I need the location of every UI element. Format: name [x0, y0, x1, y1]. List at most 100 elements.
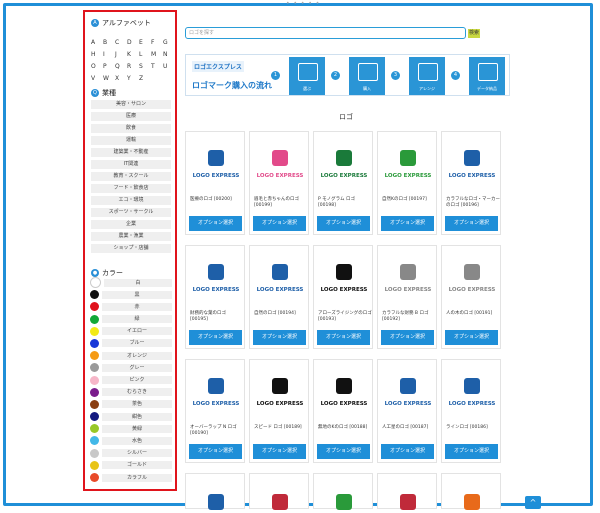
color-item[interactable]: グレー — [90, 363, 172, 373]
alphabet-letter-p[interactable]: P — [103, 63, 115, 70]
industry-item[interactable]: フード・飲食店 — [91, 184, 171, 193]
logo-card[interactable]: LOGO EXPRESS P モノグラム ロゴ [00198] オプション選択 — [313, 131, 373, 235]
logo-caption[interactable]: 人工星のロゴ [00187] — [382, 425, 436, 431]
logo-caption[interactable]: 無地のKのロゴ [00188] — [318, 425, 372, 431]
option-select-button[interactable]: オプション選択 — [189, 444, 242, 459]
alphabet-letter-h[interactable]: H — [91, 51, 103, 58]
alphabet-letter-u[interactable]: U — [163, 63, 175, 70]
logo-caption[interactable]: ラインロゴ [00186] — [446, 425, 500, 431]
option-select-button[interactable]: オプション選択 — [445, 330, 498, 345]
color-item[interactable]: ゴールド — [90, 460, 172, 470]
industry-item[interactable]: IT関連 — [91, 160, 171, 169]
color-item[interactable]: むらさき — [90, 387, 172, 397]
logo-card[interactable] — [313, 473, 373, 510]
logo-card[interactable]: LOGO EXPRESS 人工星のロゴ [00187] オプション選択 — [377, 359, 437, 463]
logo-card[interactable]: LOGO EXPRESS 財務的な葉のロゴ [00195] オプション選択 — [185, 245, 245, 349]
color-item[interactable]: イエロー — [90, 326, 172, 336]
industry-item[interactable]: エコ・環境 — [91, 196, 171, 205]
logo-caption[interactable]: 自然のロゴ [00194] — [254, 311, 308, 317]
alphabet-letter-x[interactable]: X — [115, 75, 127, 82]
search-input[interactable]: ロゴを探す — [185, 27, 466, 39]
purchase-flow-banner[interactable]: ロゴエクスプレス ロゴマーク購入の流れ 1 選ぶ 2 購入 3 アレンジ 4 データ納品 — [185, 54, 510, 96]
industry-item[interactable]: 教育・スクール — [91, 172, 171, 181]
color-item[interactable]: 黄緑 — [90, 424, 172, 434]
logo-card[interactable]: LOGO EXPRESS カラフルな財務 B ロゴ [00192] オプション選択 — [377, 245, 437, 349]
logo-card[interactable] — [441, 473, 501, 510]
option-select-button[interactable]: オプション選択 — [381, 444, 434, 459]
logo-card[interactable] — [377, 473, 437, 510]
logo-caption[interactable]: 眉毛と赤ちゃんのロゴ [00199] — [254, 197, 308, 209]
logo-card[interactable]: LOGO EXPRESS アローズライジングのロゴ [00193] オプション選択 — [313, 245, 373, 349]
industry-item[interactable]: 農業・漁業 — [91, 232, 171, 241]
logo-caption[interactable]: 医療のロゴ [00200] — [190, 197, 244, 203]
alphabet-letter-b[interactable]: B — [103, 39, 115, 46]
alphabet-letter-r[interactable]: R — [127, 63, 139, 70]
logo-card[interactable]: LOGO EXPRESS 無地のKのロゴ [00188] オプション選択 — [313, 359, 373, 463]
logo-card[interactable]: LOGO EXPRESS 人の木のロゴ [00191] オプション選択 — [441, 245, 501, 349]
color-item[interactable]: オレンジ — [90, 351, 172, 361]
color-item[interactable]: 緑 — [90, 314, 172, 324]
alphabet-letter-z[interactable]: Z — [139, 75, 151, 82]
alphabet-letter-g[interactable]: G — [163, 39, 175, 46]
alphabet-letter-a[interactable]: A — [91, 39, 103, 46]
color-item[interactable]: ブルー — [90, 338, 172, 348]
alphabet-letter-c[interactable]: C — [115, 39, 127, 46]
option-select-button[interactable]: オプション選択 — [253, 330, 306, 345]
color-item[interactable]: ピンク — [90, 375, 172, 385]
logo-caption[interactable]: 財務的な葉のロゴ [00195] — [190, 311, 244, 323]
alphabet-letter-o[interactable]: O — [91, 63, 103, 70]
option-select-button[interactable]: オプション選択 — [317, 444, 370, 459]
logo-card[interactable]: LOGO EXPRESS 自然Kのロゴ [00197] オプション選択 — [377, 131, 437, 235]
alphabet-letter-w[interactable]: W — [103, 75, 115, 82]
option-select-button[interactable]: オプション選択 — [189, 330, 242, 345]
logo-caption[interactable]: 人の木のロゴ [00191] — [446, 311, 500, 317]
logo-card[interactable]: LOGO EXPRESS 自然のロゴ [00194] オプション選択 — [249, 245, 309, 349]
industry-item[interactable]: スポーツ・サークル — [91, 208, 171, 217]
alphabet-letter-l[interactable]: L — [139, 51, 151, 58]
alphabet-letter-q[interactable]: Q — [115, 63, 127, 70]
industry-item[interactable]: 飲食 — [91, 124, 171, 133]
option-select-button[interactable]: オプション選択 — [381, 330, 434, 345]
option-select-button[interactable]: オプション選択 — [317, 330, 370, 345]
alphabet-letter-v[interactable]: V — [91, 75, 103, 82]
option-select-button[interactable]: オプション選択 — [445, 444, 498, 459]
logo-caption[interactable]: カラフルなロゴ・マーカーのロゴ [00196] — [446, 197, 500, 209]
color-item[interactable]: 白 — [90, 277, 172, 288]
industry-item[interactable]: ショップ・店舗 — [91, 244, 171, 253]
alphabet-letter-m[interactable]: M — [151, 51, 163, 58]
alphabet-letter-d[interactable]: D — [127, 39, 139, 46]
logo-caption[interactable]: アローズライジングのロゴ [00193] — [318, 311, 372, 323]
industry-item[interactable]: 建築業・不動産 — [91, 148, 171, 157]
alphabet-letter-f[interactable]: F — [151, 39, 163, 46]
option-select-button[interactable]: オプション選択 — [317, 216, 370, 231]
logo-card[interactable] — [249, 473, 309, 510]
color-item[interactable]: 赤 — [90, 302, 172, 312]
logo-caption[interactable]: P モノグラム ロゴ [00198] — [318, 197, 372, 209]
industry-item[interactable]: 医療 — [91, 112, 171, 121]
alphabet-letter-j[interactable]: J — [115, 51, 127, 58]
industry-item[interactable]: 美容・サロン — [91, 100, 171, 109]
alphabet-letter-k[interactable]: K — [127, 51, 139, 58]
logo-caption[interactable]: 自然Kのロゴ [00197] — [382, 197, 436, 203]
alphabet-letter-n[interactable]: N — [163, 51, 175, 58]
alphabet-letter-y[interactable]: Y — [127, 75, 139, 82]
color-item[interactable]: シルバー — [90, 448, 172, 458]
industry-item[interactable]: 企業 — [91, 220, 171, 229]
logo-card[interactable]: LOGO EXPRESS スピード ロゴ [00189] オプション選択 — [249, 359, 309, 463]
search-button[interactable]: 検索 — [468, 29, 480, 38]
logo-card[interactable]: LOGO EXPRESS 医療のロゴ [00200] オプション選択 — [185, 131, 245, 235]
alphabet-letter-t[interactable]: T — [151, 63, 163, 70]
logo-card[interactable]: LOGO EXPRESS ラインロゴ [00186] オプション選択 — [441, 359, 501, 463]
logo-caption[interactable]: オーバーラップ N ロゴ [00190] — [190, 425, 244, 437]
color-item[interactable]: 紺色 — [90, 412, 172, 422]
logo-card[interactable]: LOGO EXPRESS オーバーラップ N ロゴ [00190] オプション選択 — [185, 359, 245, 463]
option-select-button[interactable]: オプション選択 — [253, 444, 306, 459]
option-select-button[interactable]: オプション選択 — [445, 216, 498, 231]
color-item[interactable]: 水色 — [90, 436, 172, 446]
alphabet-letter-e[interactable]: E — [139, 39, 151, 46]
color-item[interactable]: 茶色 — [90, 399, 172, 409]
alphabet-letter-s[interactable]: S — [139, 63, 151, 70]
logo-caption[interactable]: カラフルな財務 B ロゴ [00192] — [382, 311, 436, 323]
logo-card[interactable]: LOGO EXPRESS 眉毛と赤ちゃんのロゴ [00199] オプション選択 — [249, 131, 309, 235]
back-to-top-button[interactable]: ^ — [525, 496, 541, 509]
